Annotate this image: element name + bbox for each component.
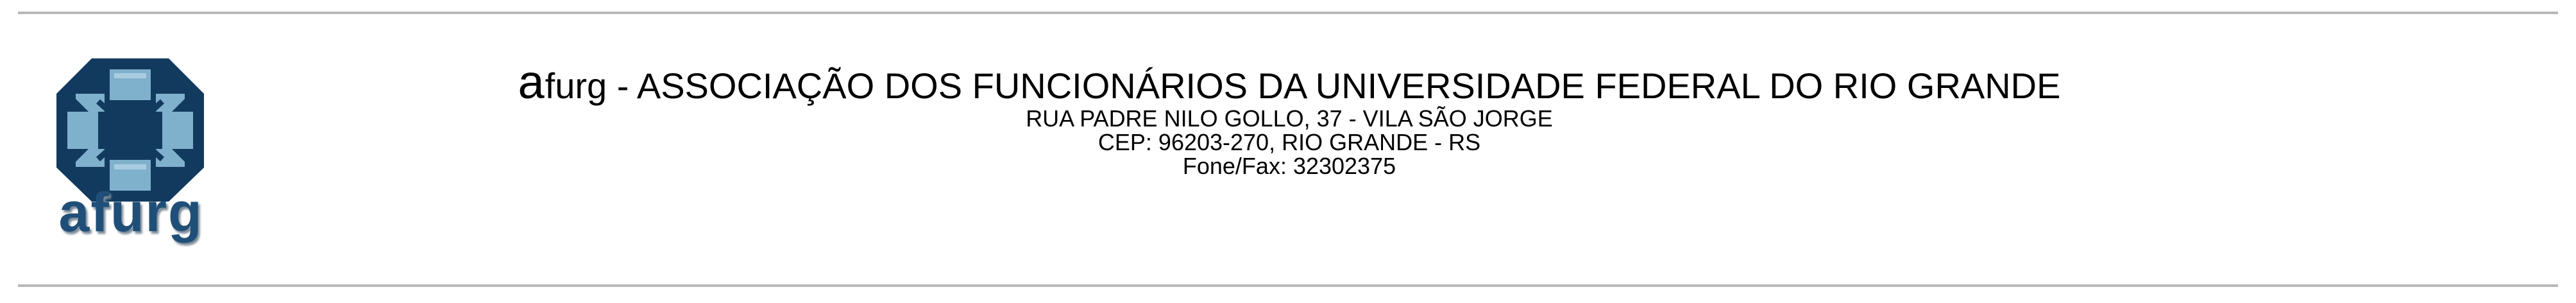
top-divider xyxy=(18,12,2558,14)
organization-title: afurg - ASSOCIAÇÃO DOS FUNCIONÁRIOS DA U… xyxy=(487,58,2091,107)
street-address: RUA PADRE NILO GOLLO, 37 - VILA SÃO JORG… xyxy=(1026,105,1553,132)
postal-code-city: CEP: 96203-270, RIO GRANDE - RS xyxy=(1097,129,1481,155)
afurg-logo: afurg xyxy=(44,55,217,254)
letterhead-text: afurg - ASSOCIAÇÃO DOS FUNCIONÁRIOS DA U… xyxy=(487,58,2091,179)
logo-wordmark: afurg xyxy=(58,182,203,243)
bottom-divider xyxy=(18,284,2558,287)
logo-emblem xyxy=(56,58,204,202)
title-rest: furg - ASSOCIAÇÃO DOS FUNCIONÁRIOS DA UN… xyxy=(545,65,2061,106)
phone-fax: Fone/Fax: 32302375 xyxy=(1182,153,1396,179)
title-prefix: a xyxy=(518,55,545,108)
